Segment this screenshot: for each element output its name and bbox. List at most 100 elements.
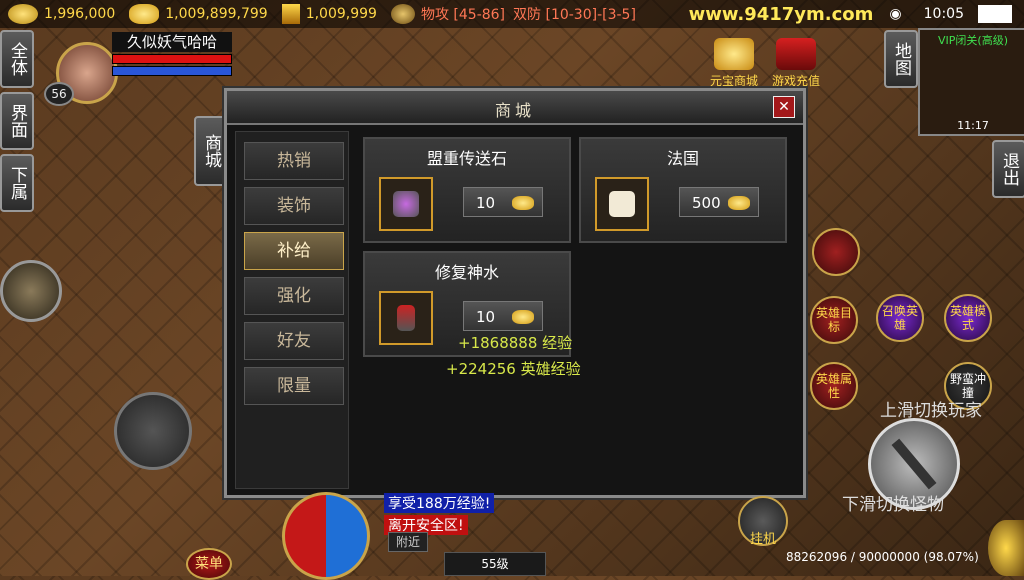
item-slot[interactable] <box>379 177 433 231</box>
helmet-skill-icon[interactable] <box>0 260 62 322</box>
top-status-bar: 1,996,000 1,009,899,799 1,009,999 物攻 [45… <box>0 0 1024 28</box>
item-price-button[interactable]: 10 <box>463 187 543 217</box>
teleport-stone-icon <box>393 191 419 217</box>
defense-stat: 双防 [10-30]-[3-5] <box>513 7 636 23</box>
auto-hang-label: 挂机 <box>749 532 776 547</box>
ingot-icon <box>129 4 160 24</box>
subordinate-button-label: 下属 <box>7 166 27 200</box>
tab-hot[interactable]: 热销 <box>244 142 344 180</box>
item-price: 10 <box>476 308 496 326</box>
ingot-resource: 1,009,899,799 <box>129 4 268 24</box>
map-button-label: 地图 <box>891 42 911 76</box>
hero-target-button[interactable]: 英雄目标 <box>810 296 858 344</box>
joystick[interactable] <box>114 392 192 470</box>
hp-mp-orb <box>282 492 370 580</box>
exit-button[interactable]: 退出 <box>992 140 1024 198</box>
site-url: www.9417ym.com <box>688 3 874 25</box>
item-price-button[interactable]: 500 <box>679 187 759 217</box>
player-name: 久似妖气哈哈 <box>112 32 232 52</box>
battery-icon <box>978 5 1012 23</box>
attack-stat: 物攻 [45-86] <box>420 7 506 23</box>
recharge-label: 游戏充值 <box>771 74 820 88</box>
mall-button[interactable]: 商城 <box>194 116 228 186</box>
ui-button[interactable]: 界面 <box>0 92 34 150</box>
sword-icon <box>891 438 937 490</box>
close-button[interactable]: ✕ <box>773 96 795 118</box>
ingot-amount: 1,009,899,799 <box>165 6 268 22</box>
auto-hang-button[interactable]: 挂机 <box>738 496 788 547</box>
ingot-icon <box>728 196 750 210</box>
helmet-icon <box>390 4 415 24</box>
experience-readout: 88262096 / 90000000 (98.07%) <box>786 550 979 564</box>
menu-button[interactable]: 菜单 <box>186 548 232 580</box>
sun-icon[interactable] <box>988 520 1024 576</box>
minimap-title: VIP闭关(高级) <box>938 34 1008 47</box>
subordinate-button[interactable]: 下属 <box>0 154 34 212</box>
player-level: 56 <box>44 82 74 106</box>
hero-exp-gain-message: +224256 英雄经验 <box>446 360 581 378</box>
exit-button-label: 退出 <box>999 152 1019 186</box>
map-button[interactable]: 地图 <box>884 30 918 88</box>
tab-decoration[interactable]: 装饰 <box>244 187 344 225</box>
summon-hero-button[interactable]: 召唤英雄 <box>876 294 924 342</box>
gold-coins-icon <box>8 4 38 24</box>
minimap[interactable]: VIP闭关(高级) 11:17 <box>918 28 1024 136</box>
all-button[interactable]: 全体 <box>0 30 34 88</box>
shop-tabs: 热销 装饰 补给 强化 好友 限量 <box>235 131 349 489</box>
mp-bar <box>112 66 232 76</box>
item-slot[interactable] <box>595 177 649 231</box>
shop-dialog: 商城 ✕ 热销 装饰 补给 强化 好友 限量 盟重传送石 10 法国 500 修… <box>224 88 806 498</box>
item-slot[interactable] <box>379 291 433 345</box>
shop-title: 商城 <box>494 101 535 120</box>
dice-icon <box>609 191 635 217</box>
potion-icon <box>397 305 415 331</box>
hero-attribute-label: 英雄属性 <box>815 372 852 400</box>
gold-amount: 1,996,000 <box>44 6 116 22</box>
chat-message: 享受188万经验! <box>384 493 495 513</box>
tab-enhance[interactable]: 强化 <box>244 277 344 315</box>
item-price: 10 <box>476 194 496 212</box>
shop-item[interactable]: 法国 500 <box>579 137 787 243</box>
level-indicator: 55级 <box>444 552 546 576</box>
swipe-down-hint: 下滑切换怪物 <box>842 495 944 515</box>
stats: 物攻 [45-86] 双防 [10-30]-[3-5] <box>390 4 636 24</box>
bound-ingot-resource: 1,009,999 <box>281 4 377 24</box>
sword-skill-icon[interactable] <box>812 228 860 276</box>
hp-bar <box>112 54 232 64</box>
item-name: 修复神水 <box>434 263 499 282</box>
ingot-icon <box>512 310 534 324</box>
minimap-time: 11:17 <box>957 119 989 132</box>
swipe-up-hint: 上滑切换玩家 <box>880 401 982 421</box>
item-name: 法国 <box>666 149 699 168</box>
item-price-button[interactable]: 10 <box>463 301 543 331</box>
summon-hero-label: 召唤英雄 <box>881 304 918 332</box>
hero-mode-button[interactable]: 英雄模式 <box>944 294 992 342</box>
all-button-label: 全体 <box>7 42 27 76</box>
recharge-button[interactable]: 游戏充值 <box>766 38 826 89</box>
yuanbao-shop-label: 元宝商城 <box>709 74 758 88</box>
item-price: 500 <box>692 194 721 212</box>
tab-supply[interactable]: 补给 <box>244 232 344 270</box>
hero-target-label: 英雄目标 <box>815 306 852 334</box>
tab-limited[interactable]: 限量 <box>244 367 344 405</box>
ingot-icon <box>512 196 534 210</box>
gold-resource: 1,996,000 <box>8 4 115 24</box>
recharge-icon <box>776 38 816 70</box>
clock: 10:05 <box>923 6 964 22</box>
item-name: 盟重传送石 <box>426 149 507 168</box>
hero-mode-label: 英雄模式 <box>949 304 986 332</box>
exp-gain-message: +1868888 经验 <box>458 334 573 352</box>
wifi-icon: ◉ <box>889 6 902 22</box>
gold-ingot-icon <box>714 38 754 70</box>
tab-friends[interactable]: 好友 <box>244 322 344 360</box>
bound-ingot-icon <box>281 4 300 24</box>
yuanbao-shop-button[interactable]: 元宝商城 <box>704 38 764 89</box>
bound-ingot-amount: 1,009,999 <box>305 6 377 22</box>
level-text: 55级 <box>481 557 509 571</box>
nearby-chat-tab[interactable]: 附近 <box>388 532 428 552</box>
mall-button-label: 商城 <box>201 134 221 168</box>
hero-attribute-button[interactable]: 英雄属性 <box>810 362 858 410</box>
ui-button-label: 界面 <box>7 104 27 138</box>
shop-item[interactable]: 盟重传送石 10 <box>363 137 571 243</box>
shop-header: 商城 ✕ <box>227 91 803 125</box>
